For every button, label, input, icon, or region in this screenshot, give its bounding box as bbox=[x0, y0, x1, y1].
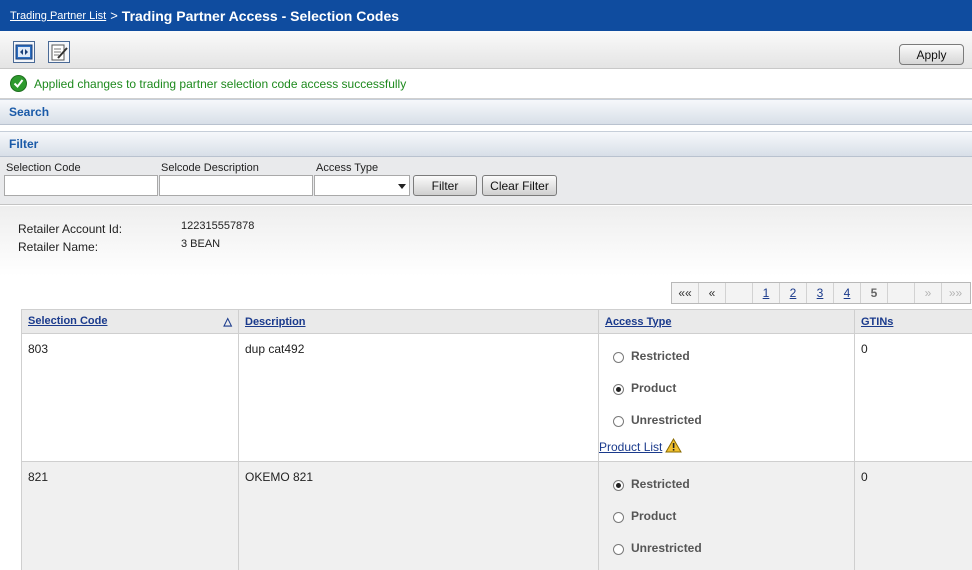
selection-code-cell: 821 bbox=[21, 461, 239, 570]
selection-code-sort-link[interactable]: Selection Code bbox=[28, 315, 107, 327]
gtins-sort-link[interactable]: GTINs bbox=[861, 316, 893, 328]
access-option-label: Restricted bbox=[631, 477, 690, 491]
filter-panel: Selection Code Selcode Description Acces… bbox=[0, 157, 972, 205]
breadcrumb-separator: > bbox=[110, 8, 118, 23]
filter-section-header[interactable]: Filter bbox=[0, 131, 972, 157]
access-option-restricted[interactable]: Restricted bbox=[599, 340, 854, 372]
radio-restricted[interactable] bbox=[613, 351, 624, 363]
selection-codes-table: Selection Code △ Description Access Type… bbox=[21, 309, 972, 570]
chevron-down-icon bbox=[398, 184, 406, 189]
first-page-button[interactable]: «« bbox=[672, 283, 699, 303]
access-option-label: Product bbox=[631, 509, 677, 523]
filter-button[interactable]: Filter bbox=[413, 175, 477, 196]
current-page: 5 bbox=[861, 283, 888, 303]
access-option-restricted[interactable]: Restricted bbox=[599, 468, 854, 500]
access-option-label: Unrestricted bbox=[631, 413, 702, 427]
success-check-icon bbox=[10, 75, 27, 92]
success-message: Applied changes to trading partner selec… bbox=[0, 69, 972, 99]
column-header-access-type[interactable]: Access Type bbox=[598, 309, 855, 334]
table-header-row: Selection Code △ Description Access Type… bbox=[21, 309, 972, 334]
pager-spacer bbox=[726, 283, 753, 303]
radio-unrestricted[interactable] bbox=[613, 543, 624, 555]
retailer-name-label: Retailer Name: bbox=[18, 240, 99, 254]
pagination: «« « 1 2 3 4 5 » »» bbox=[671, 282, 971, 304]
success-message-text: Applied changes to trading partner selec… bbox=[34, 76, 407, 91]
description-value: dup cat492 bbox=[245, 342, 305, 356]
search-section-header[interactable]: Search bbox=[0, 99, 972, 125]
access-option-product[interactable]: Product bbox=[599, 372, 854, 404]
description-value: OKEMO 821 bbox=[245, 470, 314, 484]
gtins-value: 0 bbox=[861, 342, 868, 356]
selection-code-cell: 803 bbox=[21, 333, 239, 462]
gtins-cell: 0 bbox=[854, 461, 972, 570]
selection-code-value: 803 bbox=[28, 342, 49, 356]
retailer-name-value: 3 BEAN bbox=[181, 238, 221, 250]
sort-ascending-icon[interactable]: △ bbox=[224, 315, 232, 328]
product-list-link[interactable]: Product List bbox=[599, 440, 662, 454]
radio-restricted[interactable] bbox=[613, 479, 624, 491]
access-type-cell: Restricted Product Unrestricted Product … bbox=[598, 333, 855, 462]
edit-document-icon[interactable] bbox=[48, 41, 70, 63]
access-option-product[interactable]: Product bbox=[599, 500, 854, 532]
retailer-account-id-label: Retailer Account Id: bbox=[18, 222, 123, 236]
warning-icon bbox=[665, 437, 683, 456]
access-type-cell: Restricted Product Unrestricted bbox=[598, 461, 855, 570]
access-option-unrestricted[interactable]: Unrestricted bbox=[599, 404, 854, 436]
toolbar: Apply bbox=[0, 31, 972, 69]
access-type-sort-link[interactable]: Access Type bbox=[605, 316, 671, 328]
selcode-description-label: Selcode Description bbox=[161, 162, 259, 174]
radio-product[interactable] bbox=[613, 383, 624, 395]
page-title: Trading Partner Access - Selection Codes bbox=[121, 7, 400, 24]
retailer-account-id-value: 122315557878 bbox=[181, 220, 255, 232]
page-link-1[interactable]: 1 bbox=[753, 283, 780, 303]
apply-button[interactable]: Apply bbox=[899, 44, 964, 65]
prev-page-button[interactable]: « bbox=[699, 283, 726, 303]
page-link-2[interactable]: 2 bbox=[780, 283, 807, 303]
table-row: 821 OKEMO 821 Restricted Product Unrestr… bbox=[21, 461, 972, 570]
selection-code-value: 821 bbox=[28, 470, 49, 484]
selcode-description-input[interactable] bbox=[159, 175, 313, 196]
page-link-4[interactable]: 4 bbox=[834, 283, 861, 303]
access-type-label: Access Type bbox=[316, 162, 379, 174]
column-header-selection-code[interactable]: Selection Code △ bbox=[21, 309, 239, 334]
radio-product[interactable] bbox=[613, 511, 624, 523]
description-sort-link[interactable]: Description bbox=[245, 316, 306, 328]
gtins-value: 0 bbox=[861, 470, 868, 484]
table-row: 803 dup cat492 Restricted Product Unrest… bbox=[21, 333, 972, 462]
gtins-cell: 0 bbox=[854, 333, 972, 462]
access-type-select[interactable] bbox=[314, 175, 410, 196]
description-cell: OKEMO 821 bbox=[238, 461, 599, 570]
description-cell: dup cat492 bbox=[238, 333, 599, 462]
selection-code-label: Selection Code bbox=[6, 162, 81, 174]
radio-unrestricted[interactable] bbox=[613, 415, 624, 427]
column-header-description[interactable]: Description bbox=[238, 309, 599, 334]
access-option-unrestricted[interactable]: Unrestricted bbox=[599, 532, 854, 564]
title-bar: Trading Partner List > Trading Partner A… bbox=[0, 0, 972, 31]
next-page-button: » bbox=[915, 283, 942, 303]
selection-code-input[interactable] bbox=[4, 175, 158, 196]
page-link-3[interactable]: 3 bbox=[807, 283, 834, 303]
last-page-button: »» bbox=[948, 286, 963, 300]
column-header-gtins[interactable]: GTINs bbox=[854, 309, 972, 334]
breadcrumb-trading-partner-list[interactable]: Trading Partner List bbox=[10, 10, 106, 22]
pager-spacer bbox=[888, 283, 915, 303]
access-option-label: Product bbox=[631, 381, 677, 395]
clear-filter-button[interactable]: Clear Filter bbox=[482, 175, 557, 196]
retailer-info: Retailer Account Id: 122315557878 Retail… bbox=[0, 206, 972, 276]
access-option-label: Unrestricted bbox=[631, 541, 702, 555]
access-option-label: Restricted bbox=[631, 349, 690, 363]
collapse-panel-icon[interactable] bbox=[13, 41, 35, 63]
product-list-row: Product List bbox=[599, 437, 854, 456]
